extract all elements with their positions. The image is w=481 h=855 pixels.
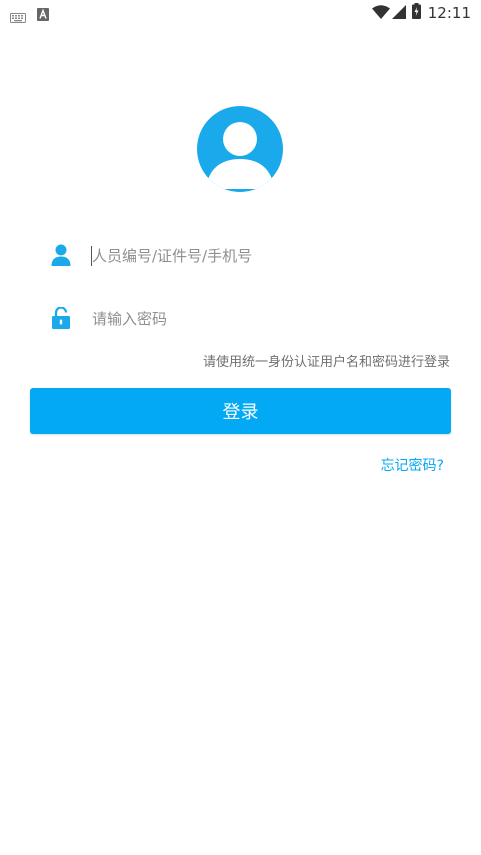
keyboard-icon (10, 8, 26, 27)
a-icon (37, 6, 49, 25)
lock-icon (52, 306, 70, 333)
forgot-password-link[interactable]: 忘记密码? (381, 455, 444, 475)
username-input[interactable] (90, 241, 452, 271)
password-input[interactable] (90, 304, 452, 334)
status-time: 12:11 (427, 4, 471, 22)
text-cursor (91, 246, 92, 266)
wifi-icon (371, 4, 390, 23)
status-bar: 12:11 (0, 0, 481, 26)
login-button[interactable]: 登录 (30, 388, 451, 434)
battery-icon (411, 3, 421, 23)
user-icon (51, 244, 71, 270)
signal-icon (391, 4, 406, 23)
login-hint: 请使用统一身份认证用户名和密码进行登录 (202, 355, 450, 370)
status-icons: 12:11 (371, 3, 471, 23)
avatar-icon (197, 106, 283, 192)
